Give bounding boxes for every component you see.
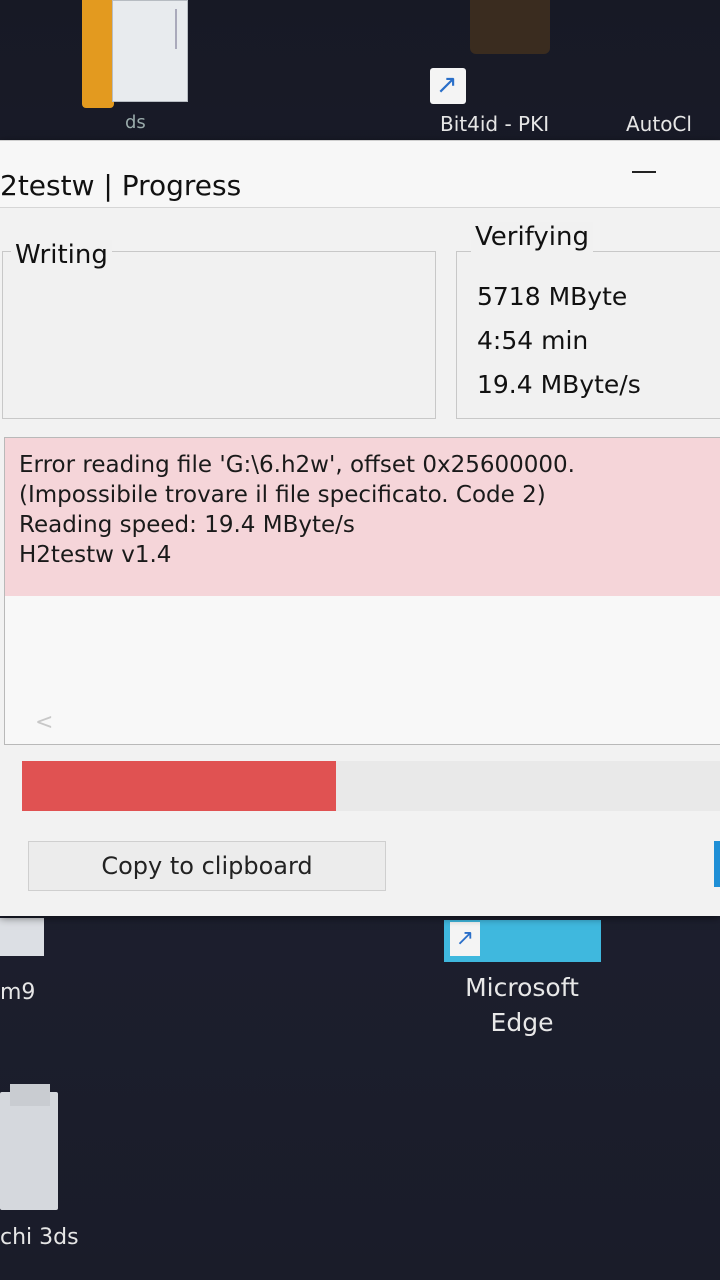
verifying-label: Verifying (471, 222, 593, 252)
verifying-group: Verifying 5718 MByte 4:54 min 19.4 MByte… (456, 222, 720, 419)
writing-label: Writing (11, 240, 112, 270)
window-title: 2testw | Progress (0, 169, 242, 202)
file-icon[interactable] (112, 0, 188, 102)
minimize-button[interactable] (620, 149, 670, 189)
desktop-label-ds: ds (125, 112, 146, 133)
log-line: Error reading file 'G:\6.h2w', offset 0x… (19, 452, 575, 478)
shortcut-arrow-icon: ↗ (450, 922, 480, 956)
scroll-left-icon[interactable]: < (35, 710, 53, 735)
log-line: Reading speed: 19.4 MByte/s (19, 512, 355, 538)
log-line: H2testw v1.4 (19, 542, 172, 568)
copy-to-clipboard-button[interactable]: Copy to clipboard (28, 841, 386, 891)
image-thumbnail-icon[interactable] (470, 0, 550, 54)
writing-group: Writing (2, 240, 436, 419)
desktop-label-m9: m9 (0, 980, 36, 1005)
file-icon[interactable] (0, 1084, 58, 1210)
verified-speed: 19.4 MByte/s (477, 370, 641, 399)
folder-icon[interactable] (82, 0, 114, 108)
progress-bar (22, 761, 720, 811)
error-highlight: Error reading file 'G:\6.h2w', offset 0x… (5, 438, 720, 596)
desktop-label-auto: AutoCl (626, 112, 692, 136)
h2testw-progress-window: 2testw | Progress Writing Verifying 5718… (0, 140, 720, 916)
desktop-label-edge: Microsoft Edge (465, 973, 579, 1037)
verified-size: 5718 MByte (477, 282, 628, 311)
progress-fill (22, 761, 337, 811)
partial-button[interactable] (714, 841, 720, 887)
file-icon[interactable] (0, 918, 44, 956)
title-bar[interactable]: 2testw | Progress (0, 141, 720, 208)
desktop-label-bit4id: Bit4id - PKI (440, 112, 550, 136)
verified-time: 4:54 min (477, 326, 589, 355)
log-line: (Impossibile trovare il file specificato… (19, 482, 546, 508)
desktop-label-chi: chi 3ds (0, 1225, 79, 1250)
edge-icon[interactable]: ↗ (444, 920, 601, 962)
shortcut-icon[interactable] (430, 68, 466, 104)
log-text-box[interactable]: Error reading file 'G:\6.h2w', offset 0x… (4, 437, 720, 745)
